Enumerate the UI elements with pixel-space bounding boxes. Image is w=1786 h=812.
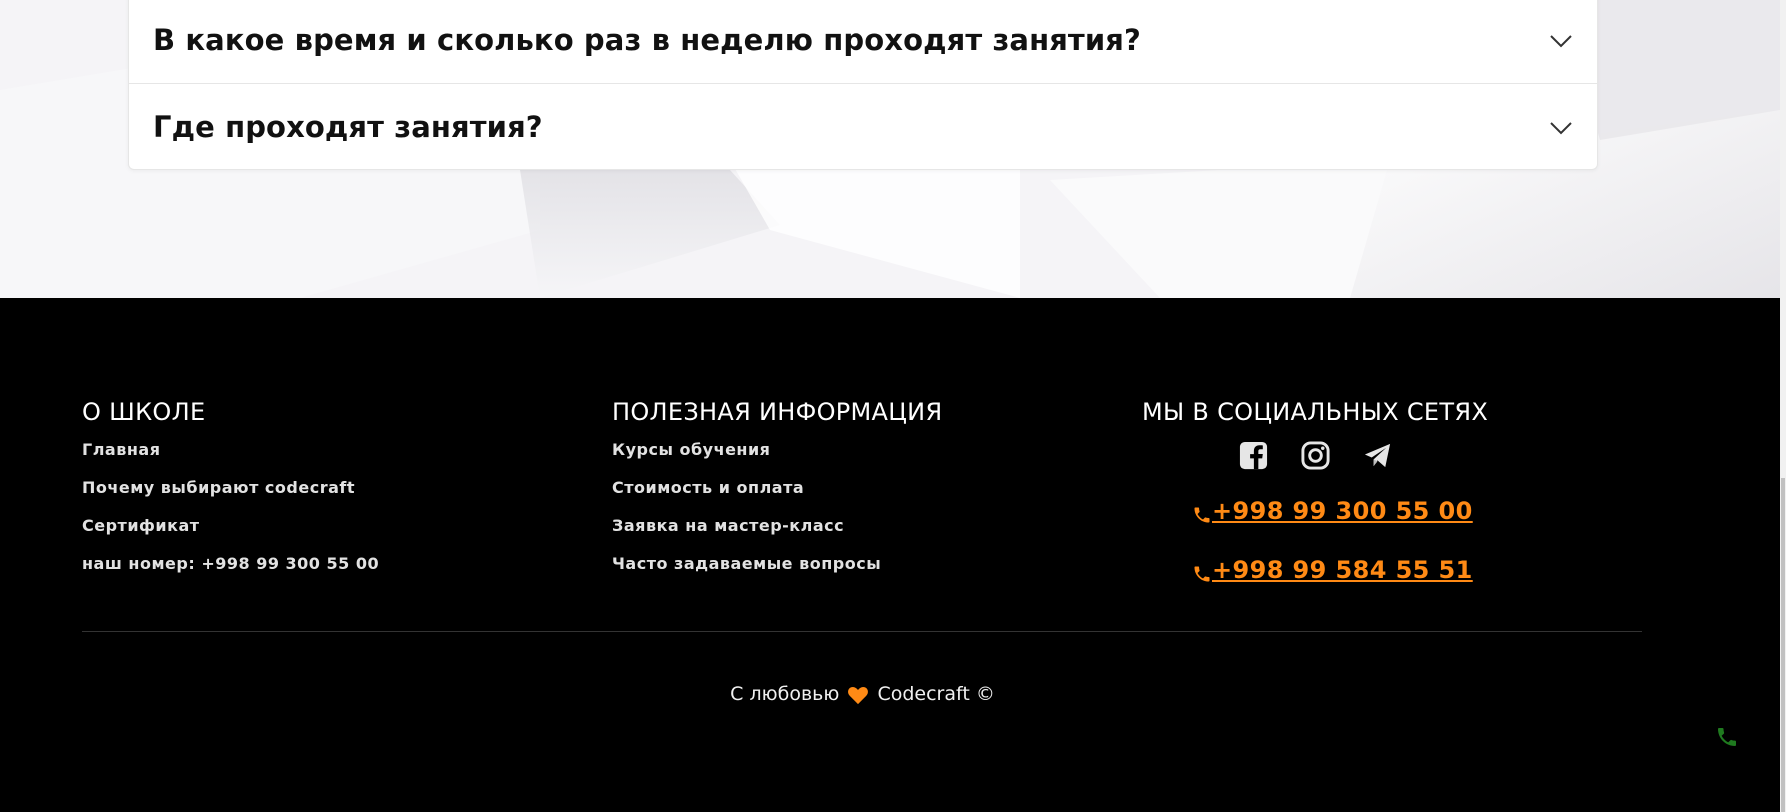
social-icons <box>1238 440 1492 471</box>
footer-social-title: МЫ В СОЦИАЛЬНЫХ СЕТЯХ <box>1142 398 1489 426</box>
page: В какое время и сколько раз в неделю про… <box>0 0 1786 812</box>
footer-info-column: ПОЛЕЗНАЯ ИНФОРМАЦИЯ Курсы обучения Стоим… <box>612 398 942 592</box>
instagram-icon[interactable] <box>1300 440 1331 471</box>
faq-question: Где проходят занятия? <box>153 109 543 144</box>
footer-link-pricing[interactable]: Стоимость и оплата <box>612 478 942 498</box>
copyright-text-after: Codecraft © <box>877 683 995 705</box>
footer-link-our-number[interactable]: наш номер: +998 99 300 55 00 <box>82 554 379 574</box>
faq-question: В какое время и сколько раз в неделю про… <box>153 23 1141 57</box>
footer-link-home[interactable]: Главная <box>82 440 379 460</box>
copyright: С любовью Codecraft © <box>0 683 1725 705</box>
scrollbar-thumb[interactable] <box>1781 478 1785 812</box>
heart-icon <box>848 686 869 705</box>
footer-link-why-codecraft[interactable]: Почему выбирают codecraft <box>82 478 379 498</box>
faq-accordion: В какое время и сколько раз в неделю про… <box>128 0 1598 170</box>
phone-icon <box>1194 507 1210 523</box>
faq-section: В какое время и сколько раз в неделю про… <box>0 0 1780 298</box>
footer-info-links: Курсы обучения Стоимость и оплата Заявка… <box>612 440 942 574</box>
chevron-down-icon[interactable] <box>1549 34 1573 48</box>
phone-number-2: +998 99 584 55 51 <box>1212 556 1473 584</box>
telegram-icon[interactable] <box>1362 440 1393 471</box>
footer-link-faq[interactable]: Часто задаваемые вопросы <box>612 554 942 574</box>
phone-link-1[interactable]: +998 99 300 55 00 <box>1192 497 1492 525</box>
footer: О ШКОЛЕ Главная Почему выбирают codecraf… <box>0 298 1780 812</box>
footer-link-certificate[interactable]: Сертификат <box>82 516 379 536</box>
footer-info-title: ПОЛЕЗНАЯ ИНФОРМАЦИЯ <box>612 398 943 426</box>
phone-link-2[interactable]: +998 99 584 55 51 <box>1192 556 1492 584</box>
faq-item[interactable]: В какое время и сколько раз в неделю про… <box>129 0 1597 83</box>
footer-about-title: О ШКОЛЕ <box>82 398 206 426</box>
phone-icon <box>1194 566 1210 582</box>
phone-number-1: +998 99 300 55 00 <box>1212 497 1473 525</box>
footer-about-links: Главная Почему выбирают codecraft Сертиф… <box>82 440 379 574</box>
footer-link-masterclass[interactable]: Заявка на мастер-класс <box>612 516 942 536</box>
faq-item[interactable]: Где проходят занятия? <box>129 83 1597 169</box>
footer-divider <box>82 631 1642 632</box>
copyright-text-before: С любовью <box>730 683 840 705</box>
call-button-icon[interactable] <box>1715 725 1739 749</box>
chevron-down-icon[interactable] <box>1549 121 1573 135</box>
footer-link-courses[interactable]: Курсы обучения <box>612 440 942 460</box>
footer-about-column: О ШКОЛЕ Главная Почему выбирают codecraf… <box>82 398 379 592</box>
footer-social-column: МЫ В СОЦИАЛЬНЫХ СЕТЯХ +998 99 300 55 00 … <box>1142 398 1492 584</box>
facebook-icon[interactable] <box>1238 440 1269 471</box>
